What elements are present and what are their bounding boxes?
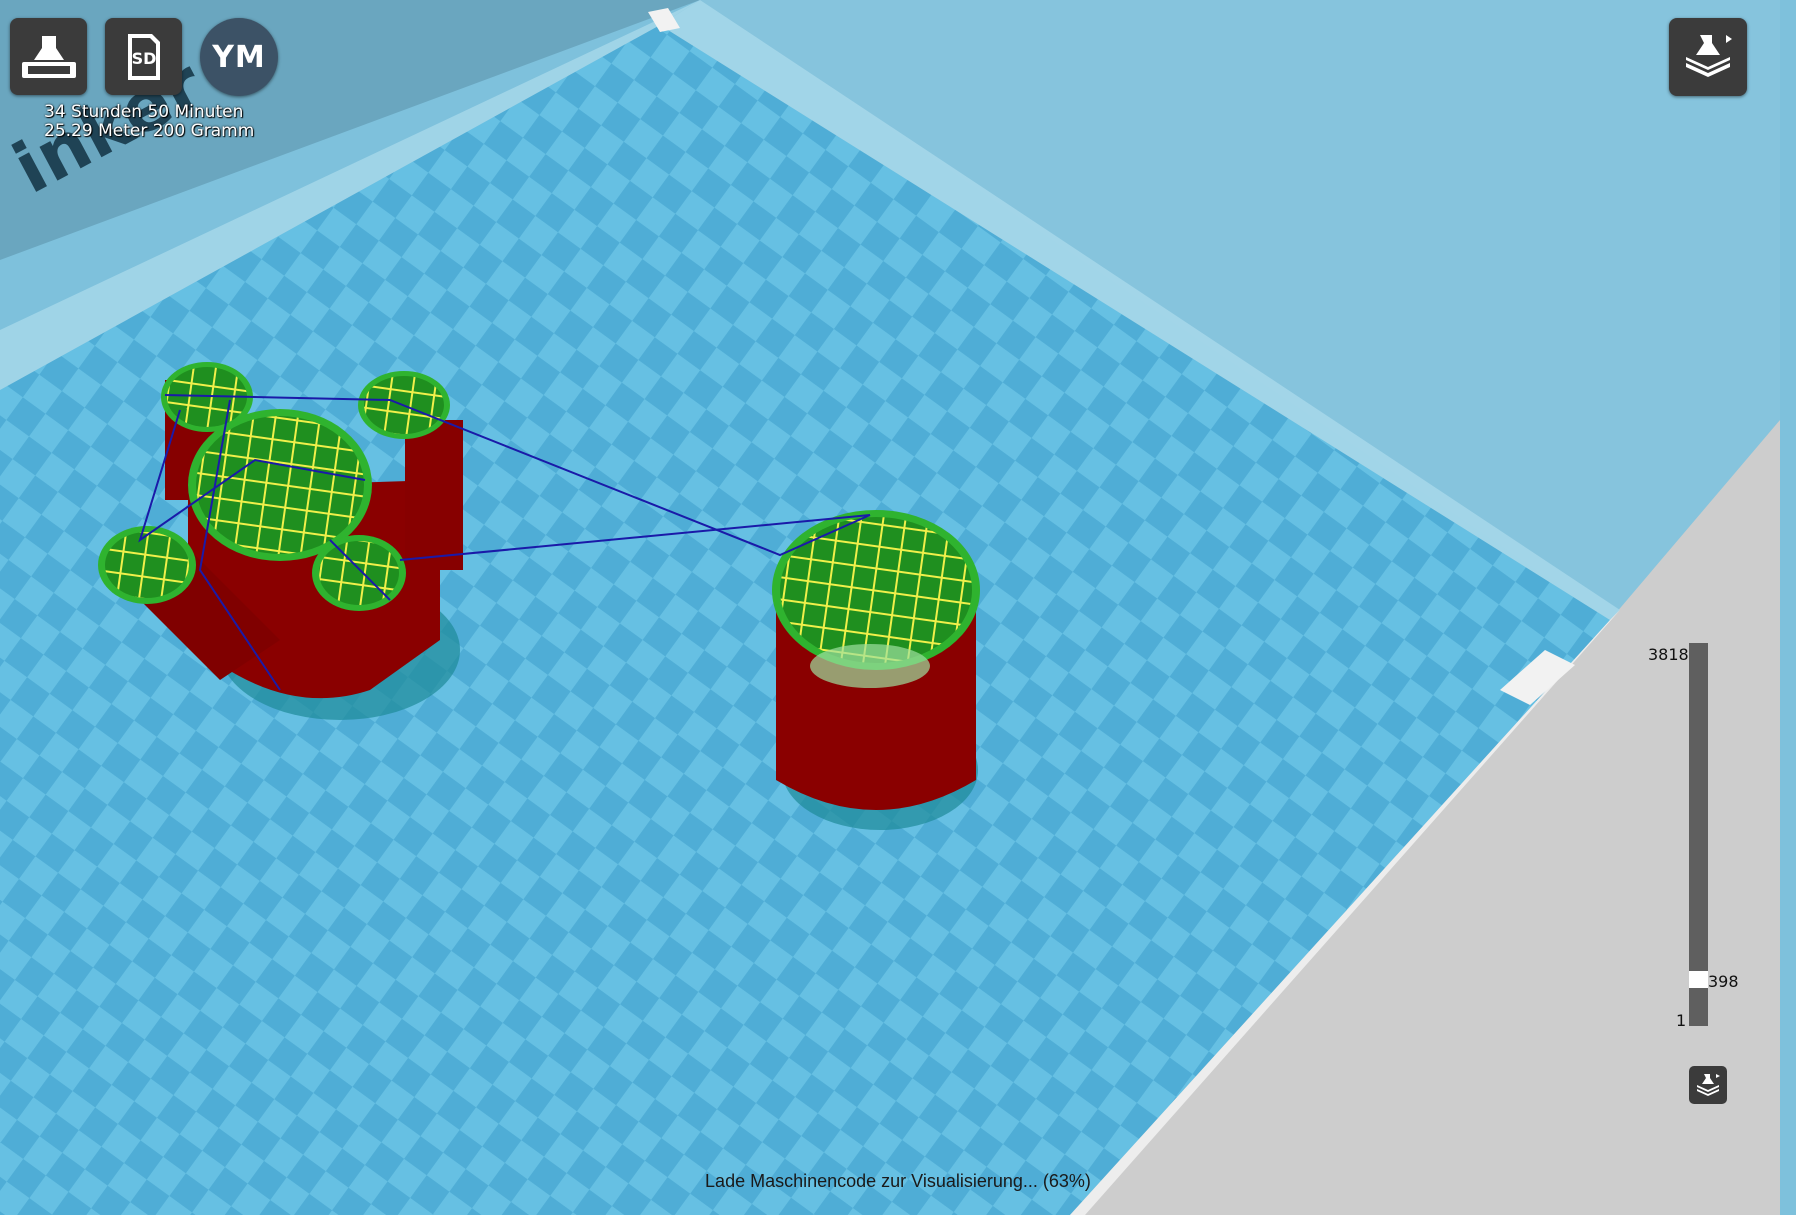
view-mode-button[interactable] bbox=[1669, 18, 1747, 96]
layer-view-small-icon bbox=[1697, 1074, 1720, 1096]
print-material: 25.29 Meter 200 Gramm bbox=[44, 121, 255, 141]
layer-slider-handle[interactable] bbox=[1689, 970, 1708, 988]
print-estimate: 34 Stunden 50 Minuten 25.29 Meter 200 Gr… bbox=[44, 103, 254, 141]
layer-current-label: 398 bbox=[1708, 971, 1739, 991]
layer-view-toggle-button[interactable] bbox=[1689, 1066, 1727, 1104]
layer-slider-track[interactable] bbox=[1689, 643, 1708, 1026]
profile-initials: YM bbox=[212, 39, 266, 75]
sd-card-icon: SD bbox=[127, 33, 160, 80]
model-right-cylinder[interactable] bbox=[772, 510, 980, 810]
save-to-sd-button[interactable]: SD bbox=[105, 18, 182, 95]
3d-viewport[interactable]: inker bbox=[0, 0, 1796, 1215]
save-to-printer-icon bbox=[21, 35, 76, 78]
save-to-printer-button[interactable] bbox=[10, 18, 87, 95]
layer-view-icon bbox=[1686, 35, 1732, 77]
profile-avatar-button[interactable]: YM bbox=[200, 18, 278, 96]
svg-text:SD: SD bbox=[131, 49, 156, 68]
layer-min-label: 1 bbox=[1676, 1011, 1687, 1030]
status-message: Lade Maschinencode zur Visualisierung...… bbox=[705, 1171, 1091, 1191]
layer-max-label: 3818 bbox=[1648, 645, 1689, 664]
print-duration: 34 Stunden 50 Minuten bbox=[44, 102, 244, 122]
